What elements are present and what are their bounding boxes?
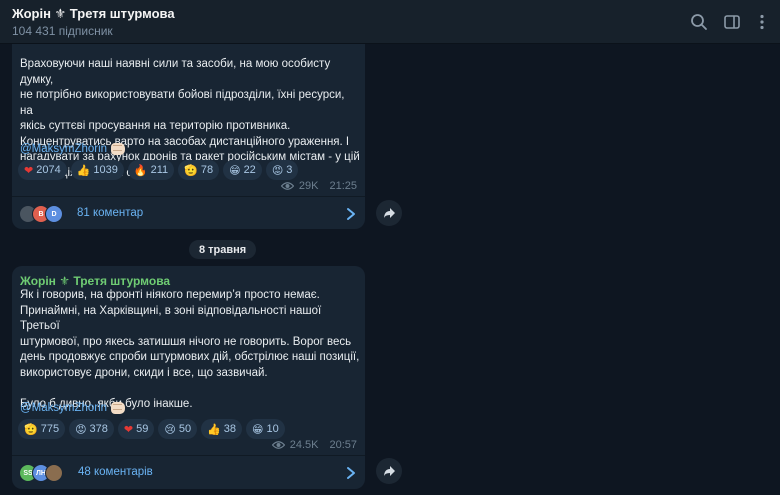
subscriber-count: 104 431 підписник — [12, 24, 113, 38]
message-time: 20:57 — [329, 439, 357, 451]
view-count: 29K — [298, 180, 319, 192]
search-icon[interactable] — [689, 12, 709, 32]
forward-arrow-icon — [383, 208, 395, 218]
reaction-fire[interactable]: 🔥 211 — [127, 160, 175, 180]
reaction-angry[interactable]: 😡 378 — [69, 419, 114, 439]
reaction-thumbs-up[interactable]: 👍 1039 — [70, 160, 124, 180]
more-icon[interactable] — [752, 12, 772, 32]
signature-link[interactable]: @MaksymZhorin — [20, 143, 107, 155]
views-eye-icon — [280, 182, 294, 190]
reaction-salute[interactable]: 🫡 775 — [18, 419, 66, 439]
reaction-thumbs-up[interactable]: 👍 38 — [201, 419, 243, 439]
message-text: Як і говорив, на фронті ніякого перемир’… — [20, 289, 360, 410]
fist-emoji-icon — [111, 402, 126, 414]
commenter-avatars: B D — [19, 205, 63, 223]
message-bubble[interactable]: Жорін ⚜ Третя штурмова Як і говорив, на … — [12, 266, 365, 489]
comments-count[interactable]: 81 коментар — [77, 207, 143, 219]
fist-emoji-icon — [111, 143, 126, 155]
comments-bar[interactable]: SS ЛН 48 коментарів — [12, 455, 365, 489]
message-author[interactable]: Жорін ⚜ Третя штурмова — [20, 274, 170, 288]
reactions-bar: ❤ 2074 👍 1039 🔥 211 🫡 78 😁 22 😡 3 — [18, 160, 299, 180]
reaction-angry[interactable]: 😡 3 — [265, 160, 299, 180]
author-signature[interactable]: @MaksymZhorin — [20, 402, 126, 414]
sidebar-toggle-icon[interactable] — [722, 12, 742, 32]
reaction-salute[interactable]: 🫡 78 — [178, 160, 220, 180]
reaction-grin[interactable]: 😁 22 — [223, 160, 262, 180]
comments-bar[interactable]: B D 81 коментар — [12, 196, 365, 230]
view-count: 24.5K — [289, 439, 319, 451]
reaction-heart[interactable]: ❤ 59 — [117, 419, 155, 439]
message-meta: 24.5K 20:57 — [271, 439, 357, 451]
forward-button[interactable] — [376, 200, 402, 226]
forward-button[interactable] — [376, 458, 402, 484]
reactions-bar: 🫡 775 😡 378 ❤ 59 😢 50 👍 38 😁 10 — [18, 419, 285, 439]
author-signature[interactable]: @MaksymZhorin — [20, 143, 126, 155]
message-bubble[interactable]: Враховуючи наші наявні сили та засоби, н… — [12, 38, 365, 229]
commenter-avatars: SS ЛН — [19, 464, 63, 482]
chevron-right-icon[interactable] — [345, 466, 357, 480]
signature-link[interactable]: @MaksymZhorin — [20, 402, 107, 414]
reaction-grin[interactable]: 😁 10 — [246, 419, 285, 439]
comments-count[interactable]: 48 коментарів — [78, 466, 153, 478]
avatar: D — [45, 205, 63, 223]
channel-title[interactable]: Жорін ⚜ Третя штурмова — [12, 6, 175, 22]
forward-arrow-icon — [383, 466, 395, 476]
chevron-right-icon[interactable] — [345, 207, 357, 221]
reaction-heart[interactable]: ❤ 2074 — [18, 160, 67, 180]
date-separator: 8 травня — [189, 240, 257, 259]
views-eye-icon — [271, 441, 285, 449]
reaction-cry[interactable]: 😢 50 — [158, 419, 198, 439]
avatar — [45, 464, 63, 482]
chat-header[interactable]: Жорін ⚜ Третя штурмова 104 431 підписник — [0, 0, 780, 44]
message-time: 21:25 — [329, 180, 357, 192]
message-meta: 29K 21:25 — [280, 180, 357, 192]
